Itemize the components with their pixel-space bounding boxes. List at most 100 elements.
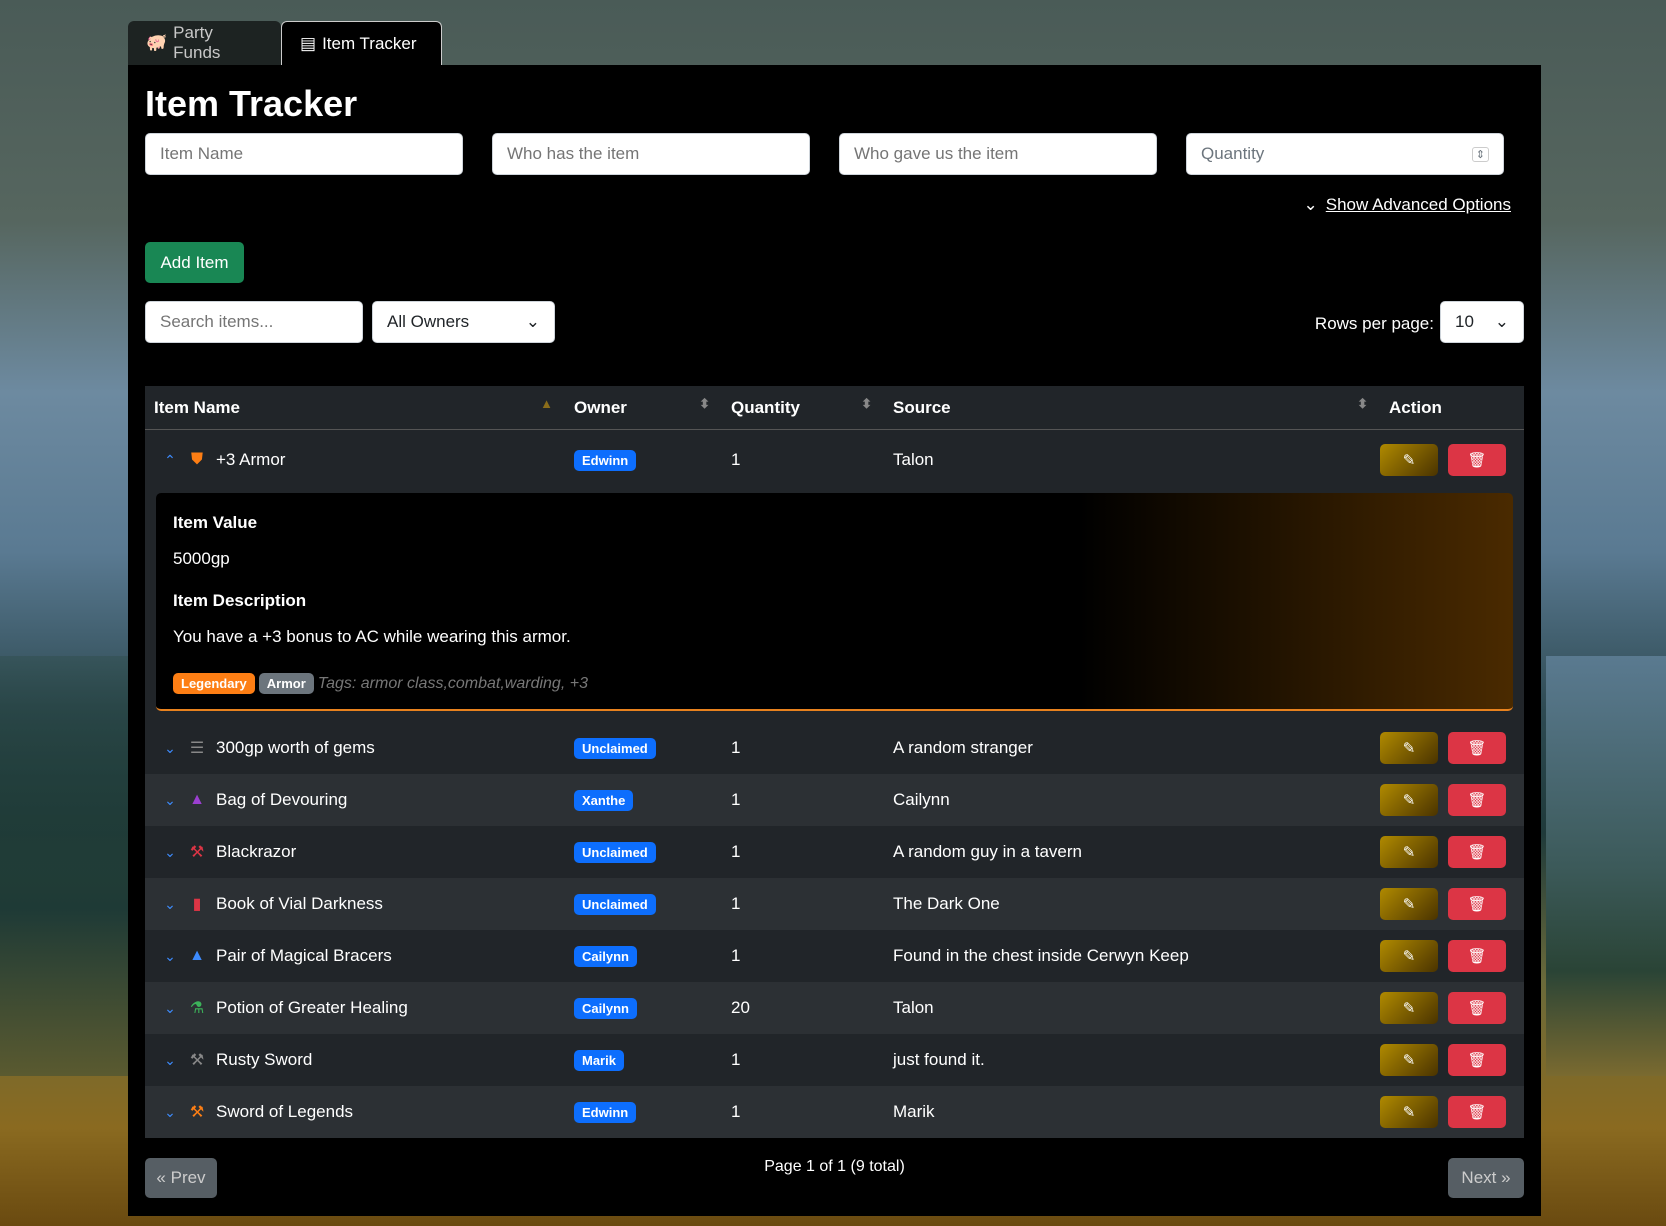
giver-input[interactable]: [839, 133, 1157, 175]
owner-filter-select[interactable]: All Owners ⌄: [372, 301, 555, 343]
trash-icon: 🗑: [1467, 1104, 1487, 1121]
header-label: Item Name: [154, 397, 240, 417]
chevron-down-icon[interactable]: ⌄: [162, 740, 178, 757]
search-input[interactable]: [145, 301, 363, 343]
item-value: 5000gp: [173, 549, 230, 568]
holder-input[interactable]: [492, 133, 810, 175]
trash-icon: 🗑: [1467, 792, 1487, 809]
chevron-down-icon[interactable]: ⌄: [162, 948, 178, 965]
source-cell: just found it.: [893, 1050, 985, 1069]
chevron-down-icon: ⌄: [1494, 312, 1509, 331]
chevron-down-icon[interactable]: ⌄: [162, 844, 178, 861]
trash-icon: 🗑: [1467, 948, 1487, 965]
shield-icon: ⛊: [190, 451, 203, 468]
delete-button[interactable]: 🗑: [1448, 444, 1506, 476]
edit-button[interactable]: ✎: [1380, 836, 1438, 868]
edit-button[interactable]: ✎: [1380, 784, 1438, 816]
quantity-cell: 1: [731, 738, 741, 757]
owner-badge: Xanthe: [574, 789, 634, 811]
delete-button[interactable]: 🗑: [1448, 992, 1506, 1024]
item-name: Sword of Legends: [216, 1102, 354, 1121]
column-header-item-name[interactable]: Item Name ▲: [145, 396, 565, 418]
next-page-button[interactable]: Next »: [1448, 1158, 1524, 1198]
item-name-input[interactable]: [145, 133, 463, 175]
rows-per-page-label: Rows per page:: [1314, 314, 1434, 333]
delete-button[interactable]: 🗑: [1448, 732, 1506, 764]
source-cell: Marik: [893, 1102, 935, 1121]
pencil-icon: ✎: [1402, 452, 1416, 469]
tags-text: Tags: armor class,combat,warding, +3: [317, 675, 588, 692]
quantity-cell: 1: [731, 790, 741, 809]
background-trees: [0, 656, 130, 1076]
action-cell: ✎ 🗑: [1380, 444, 1524, 476]
action-cell: ✎ 🗑: [1380, 836, 1524, 868]
chevron-down-icon[interactable]: ⌄: [162, 1052, 178, 1069]
add-item-button[interactable]: Add Item: [145, 242, 244, 283]
quantity-cell: 1: [731, 1050, 741, 1069]
chevron-up-icon[interactable]: ⌃: [162, 452, 178, 469]
source-cell: Found in the chest inside Cerwyn Keep: [893, 946, 1189, 965]
item-detail-panel: Item Value 5000gp Item Description You h…: [156, 493, 1513, 711]
owner-cell: Unclaimed: [565, 737, 722, 759]
edit-button[interactable]: ✎: [1380, 1096, 1438, 1128]
delete-button[interactable]: 🗑: [1448, 784, 1506, 816]
chevron-down-icon[interactable]: ⌄: [162, 896, 178, 913]
spinner-icon[interactable]: ⇕: [1471, 146, 1489, 162]
owner-badge: Edwinn: [574, 449, 637, 471]
item-name-cell: ⌄ ⚒ Sword of Legends: [145, 1102, 565, 1122]
chevron-down-icon[interactable]: ⌄: [162, 1104, 178, 1121]
table-row: ⌄ ⚒ Rusty Sword Marik 1 just found it. ✎ 🗑: [145, 1034, 1524, 1086]
rows-per-page-select[interactable]: 10 ⌄: [1440, 301, 1524, 343]
owner-cell: Xanthe: [565, 789, 722, 811]
pencil-icon: ✎: [1402, 792, 1416, 809]
owner-cell: Edwinn: [565, 1101, 722, 1123]
item-description: You have a +3 bonus to AC while wearing …: [173, 627, 571, 646]
delete-button[interactable]: 🗑: [1448, 836, 1506, 868]
quantity-input[interactable]: Quantity ⇕: [1186, 133, 1504, 175]
sort-icon[interactable]: ⬍: [699, 396, 710, 412]
owner-badge: Edwinn: [574, 1101, 637, 1123]
source-cell: The Dark One: [893, 894, 1000, 913]
owner-cell: Cailynn: [565, 997, 722, 1019]
chevron-down-icon[interactable]: ⌄: [162, 1000, 178, 1017]
column-header-quantity[interactable]: Quantity ⬍: [722, 396, 884, 418]
pencil-icon: ✎: [1402, 1000, 1416, 1017]
owner-cell: Unclaimed: [565, 893, 722, 915]
sort-icon[interactable]: ⬍: [1357, 396, 1368, 412]
owner-badge: Unclaimed: [574, 737, 656, 759]
delete-button[interactable]: 🗑: [1448, 888, 1506, 920]
header-label: Owner: [574, 397, 627, 417]
action-cell: ✎ 🗑: [1380, 992, 1524, 1024]
delete-button[interactable]: 🗑: [1448, 1096, 1506, 1128]
delete-button[interactable]: 🗑: [1448, 940, 1506, 972]
column-header-owner[interactable]: Owner ⬍: [565, 396, 722, 418]
quantity-cell: 1: [731, 1102, 741, 1121]
type-badge: Armor: [258, 673, 314, 694]
column-header-source[interactable]: Source ⬍: [884, 396, 1380, 418]
quantity-cell: 20: [731, 998, 750, 1017]
delete-button[interactable]: 🗑: [1448, 1044, 1506, 1076]
background-trees: [1546, 656, 1666, 1076]
sort-asc-icon[interactable]: ▲: [540, 396, 553, 411]
edit-button[interactable]: ✎: [1380, 732, 1438, 764]
item-name: Pair of Magical Bracers: [216, 946, 392, 965]
source-cell: A random guy in a tavern: [893, 842, 1083, 861]
tab-item-tracker[interactable]: ▤ Item Tracker: [281, 21, 442, 65]
trash-icon: 🗑: [1467, 1000, 1487, 1017]
item-value-label: Item Value: [173, 513, 258, 532]
item-name: Blackrazor: [216, 842, 297, 861]
show-advanced-options-link[interactable]: ⌄ Show Advanced Options: [1304, 195, 1511, 215]
item-name: Bag of Devouring: [216, 790, 348, 809]
sort-icon[interactable]: ⬍: [861, 396, 872, 412]
quantity-cell: 1: [731, 842, 741, 861]
header-label: Quantity: [731, 397, 800, 417]
edit-button[interactable]: ✎: [1380, 940, 1438, 972]
edit-button[interactable]: ✎: [1380, 888, 1438, 920]
edit-button[interactable]: ✎: [1380, 444, 1438, 476]
tab-party-funds[interactable]: 🐖 Party Funds: [128, 21, 281, 65]
edit-button[interactable]: ✎: [1380, 992, 1438, 1024]
item-name-cell: ⌄ ☰ 300gp worth of gems: [145, 738, 565, 758]
edit-button[interactable]: ✎: [1380, 1044, 1438, 1076]
chevron-down-icon: ⌄: [1303, 195, 1318, 214]
chevron-down-icon[interactable]: ⌄: [162, 792, 178, 809]
